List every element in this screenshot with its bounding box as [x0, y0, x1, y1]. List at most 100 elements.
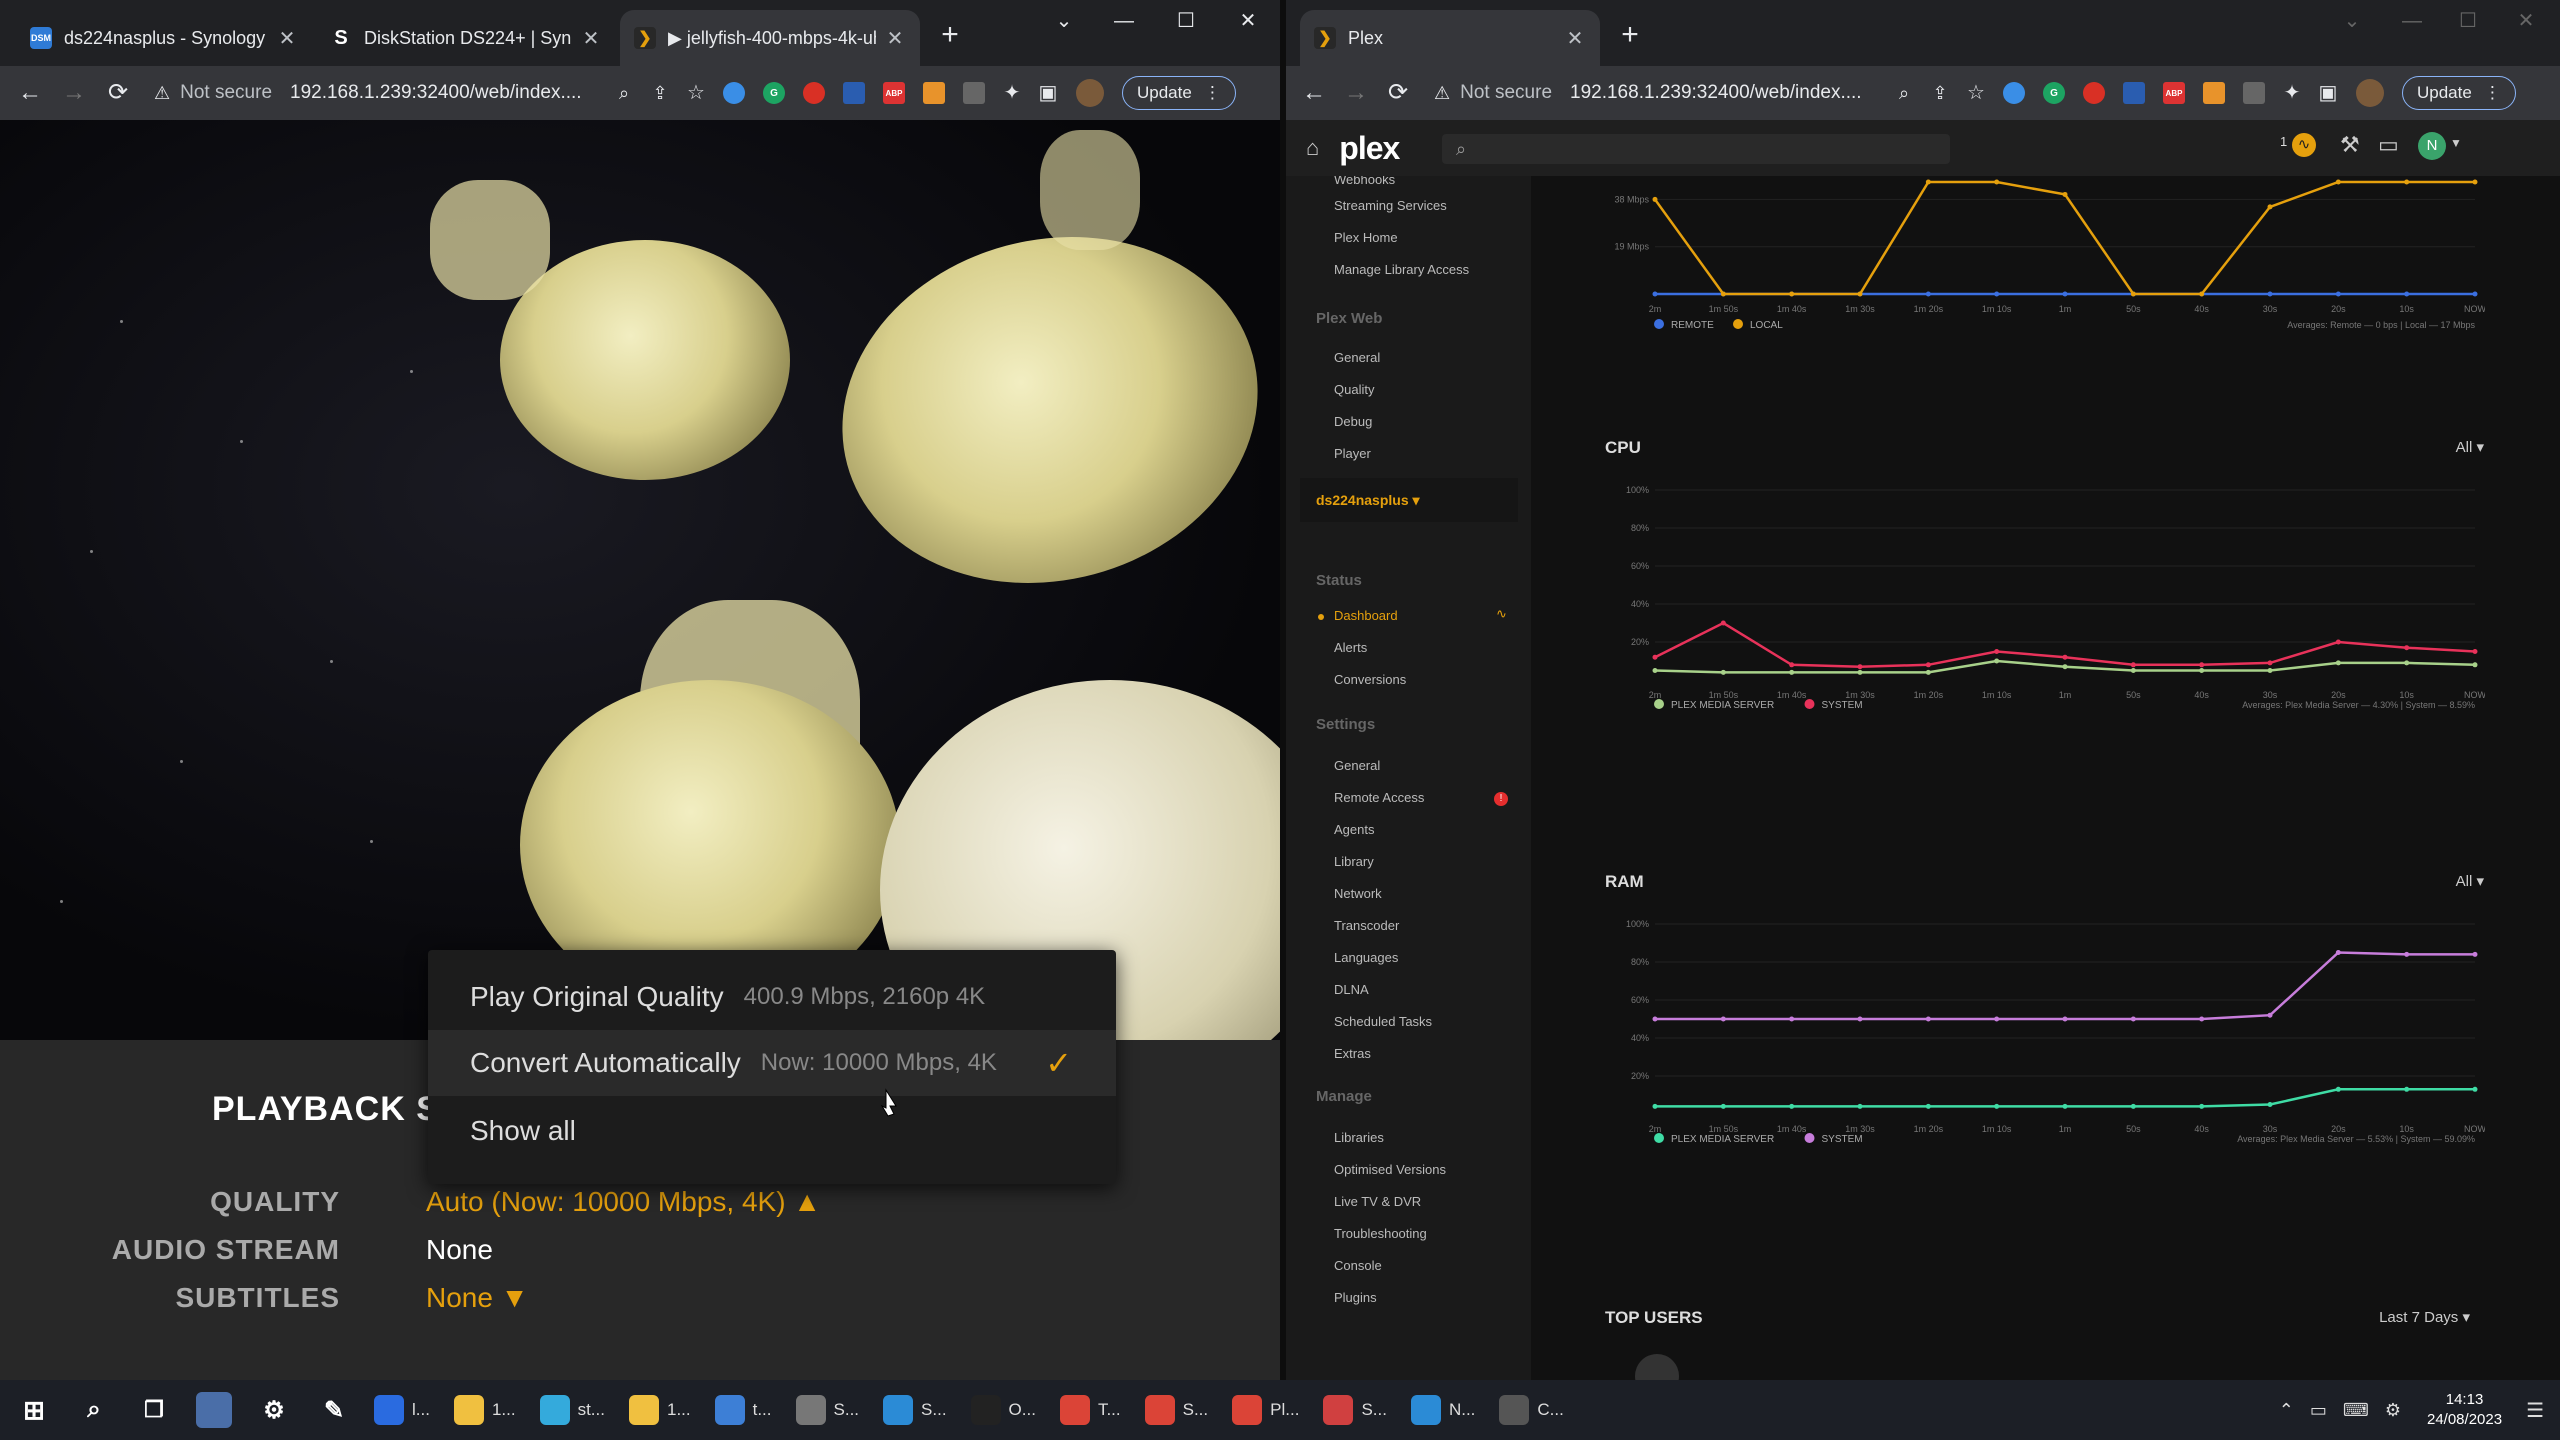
extension-icon[interactable] — [723, 82, 745, 104]
sidebar-item-console[interactable]: Console — [1334, 1258, 1382, 1273]
windows-start-icon[interactable]: ⊞ — [16, 1392, 52, 1428]
bookmark-star-icon[interactable]: ☆ — [678, 75, 714, 111]
close-tab-icon[interactable]: ✕ — [884, 26, 906, 51]
update-button[interactable]: Update ⋮ — [2402, 76, 2516, 110]
extension-icon[interactable] — [2203, 82, 2225, 104]
taskbar-app-13[interactable]: C... — [1489, 1395, 1564, 1425]
sidebar-item-general[interactable]: General — [1334, 758, 1380, 773]
profile-avatar[interactable] — [1076, 79, 1104, 107]
profile-avatar[interactable] — [2356, 79, 2384, 107]
subtitles-dropdown[interactable]: None ▼ — [426, 1282, 528, 1314]
settings-gear-icon[interactable]: ⚙ — [2385, 1400, 2401, 1421]
sidebar-item-webhooks[interactable]: Webhooks — [1334, 176, 1395, 187]
user-avatar[interactable]: N — [2418, 132, 2446, 160]
taskbar-app-2[interactable]: st... — [530, 1395, 605, 1425]
battery-icon[interactable]: ▭ — [2310, 1400, 2327, 1421]
activity-icon[interactable]: ∿ — [2292, 133, 2316, 157]
minimize-icon[interactable]: — — [1094, 6, 1154, 36]
plex-logo[interactable]: plex — [1339, 130, 1400, 167]
tab-search-icon[interactable]: ⌄ — [2322, 6, 2382, 36]
side-panel-icon[interactable]: ▣ — [2310, 75, 2346, 111]
sidebar-item-quality[interactable]: Quality — [1334, 382, 1374, 397]
close-window-icon[interactable]: ✕ — [1218, 6, 1278, 36]
taskbar-app-3[interactable]: 1... — [619, 1395, 691, 1425]
clock[interactable]: 14:13 24/08/2023 — [2427, 1390, 2502, 1430]
extension-icon[interactable] — [2003, 82, 2025, 104]
address-bar[interactable]: ⚠ Not secure 192.168.1.239:32400/web/ind… — [146, 74, 606, 112]
notifications-icon[interactable]: ☰ — [2526, 1398, 2544, 1423]
tab-synology-nas[interactable]: DSM ds224nasplus - Synology NAS ✕ — [16, 10, 312, 66]
back-icon[interactable]: ← — [12, 75, 48, 111]
cast-icon[interactable]: ▭ — [2378, 132, 2399, 158]
adblock-plus-icon[interactable]: ABP — [883, 82, 905, 104]
notepad-icon[interactable] — [196, 1392, 232, 1428]
taskbar-app-10[interactable]: Pl... — [1222, 1395, 1299, 1425]
sidebar-item-player[interactable]: Player — [1334, 446, 1371, 461]
sidebar-item-plugins[interactable]: Plugins — [1334, 1290, 1377, 1305]
sidebar-item-streaming-services[interactable]: Streaming Services — [1334, 198, 1447, 213]
settings-gear-icon[interactable]: ⚙ — [256, 1392, 292, 1428]
taskbar-app-12[interactable]: N... — [1401, 1395, 1475, 1425]
adblock-plus-icon[interactable]: ABP — [2163, 82, 2185, 104]
sidebar-item-scheduled-tasks[interactable]: Scheduled Tasks — [1334, 1014, 1432, 1029]
taskbar-app-0[interactable]: l... — [364, 1395, 430, 1425]
chevron-down-icon[interactable]: ▼ — [2450, 136, 2462, 150]
sidebar-item-debug[interactable]: Debug — [1334, 414, 1372, 429]
keyboard-icon[interactable]: ⌨ — [2343, 1400, 2369, 1421]
puzzle-extensions-icon[interactable]: ✦ — [994, 75, 1030, 111]
share-icon[interactable]: ⇪ — [642, 75, 678, 111]
tab-jellyfish[interactable]: ❯ ▶ jellyfish-400-mbps-4k-uhd- ✕ — [620, 10, 920, 66]
sidebar-item-plex-home[interactable]: Plex Home — [1334, 230, 1398, 245]
sidebar-item-languages[interactable]: Languages — [1334, 950, 1398, 965]
sidebar-item-libraries[interactable]: Libraries — [1334, 1130, 1384, 1145]
sidebar-item-network[interactable]: Network — [1334, 886, 1382, 901]
grammarly-icon[interactable]: G — [2043, 82, 2065, 104]
grammarly-icon[interactable]: G — [763, 82, 785, 104]
sidebar-item-remote-access[interactable]: Remote Access — [1334, 790, 1424, 805]
extension-icon[interactable] — [923, 82, 945, 104]
maximize-icon[interactable]: ☐ — [2438, 6, 2498, 36]
taskbar-app-8[interactable]: T... — [1050, 1395, 1121, 1425]
minimize-icon[interactable]: — — [2382, 6, 2442, 36]
tab-plex[interactable]: ❯ Plex ✕ — [1300, 10, 1600, 66]
sidebar-item-extras[interactable]: Extras — [1334, 1046, 1371, 1061]
menu-item-convert-automatically[interactable]: Convert Automatically Now: 10000 Mbps, 4… — [428, 1030, 1116, 1096]
address-bar[interactable]: ⚠ Not secure 192.168.1.239:32400/web/ind… — [1426, 74, 1886, 112]
extension-icon[interactable] — [843, 82, 865, 104]
pen-icon[interactable]: ✎ — [316, 1392, 352, 1428]
new-tab-icon[interactable]: + — [1612, 18, 1648, 54]
share-icon[interactable]: ⇪ — [1922, 75, 1958, 111]
sidebar-item-transcoder[interactable]: Transcoder — [1334, 918, 1399, 933]
tab-search-icon[interactable]: ⌄ — [1034, 6, 1094, 36]
reload-icon[interactable]: ⟳ — [1380, 75, 1416, 111]
new-tab-icon[interactable]: + — [932, 18, 968, 54]
sidebar-item-library[interactable]: Library — [1334, 854, 1374, 869]
forward-icon[interactable]: → — [56, 75, 92, 111]
sidebar-item-live-tv-dvr[interactable]: Live TV & DVR — [1334, 1194, 1421, 1209]
server-selector[interactable]: ds224nasplus ▾ — [1300, 478, 1518, 522]
search-icon[interactable]: ⌕ — [76, 1392, 112, 1428]
bookmark-star-icon[interactable]: ☆ — [1958, 75, 1994, 111]
top-users-filter-dropdown[interactable]: Last 7 Days ▾ — [2379, 1308, 2470, 1326]
back-icon[interactable]: ← — [1296, 75, 1332, 111]
ram-filter-dropdown[interactable]: All ▾ — [2456, 872, 2484, 890]
maximize-icon[interactable]: ☐ — [1156, 6, 1216, 36]
sidebar-item-general[interactable]: General — [1334, 350, 1380, 365]
taskbar-app-4[interactable]: t... — [705, 1395, 772, 1425]
search-input[interactable]: ⌕ — [1442, 134, 1950, 164]
zoom-icon[interactable]: ⌕ — [606, 75, 642, 111]
forward-icon[interactable]: → — [1338, 75, 1374, 111]
extension-icon[interactable] — [2083, 82, 2105, 104]
chevron-up-icon[interactable]: ⌃ — [2279, 1400, 2294, 1421]
extension-icon[interactable] — [2123, 82, 2145, 104]
taskbar-app-6[interactable]: S... — [873, 1395, 947, 1425]
update-button[interactable]: Update ⋮ — [1122, 76, 1236, 110]
extension-icon[interactable] — [803, 82, 825, 104]
tab-diskstation[interactable]: S DiskStation DS224+ | Synology ✕ — [316, 10, 616, 66]
reload-icon[interactable]: ⟳ — [100, 75, 136, 111]
task-view-icon[interactable]: ❐ — [136, 1392, 172, 1428]
extension-icon[interactable] — [963, 82, 985, 104]
settings-wrench-icon[interactable]: ⚒ — [2340, 132, 2360, 158]
sidebar-item-alerts[interactable]: Alerts — [1334, 640, 1367, 655]
sidebar-item-troubleshooting[interactable]: Troubleshooting — [1334, 1226, 1427, 1241]
